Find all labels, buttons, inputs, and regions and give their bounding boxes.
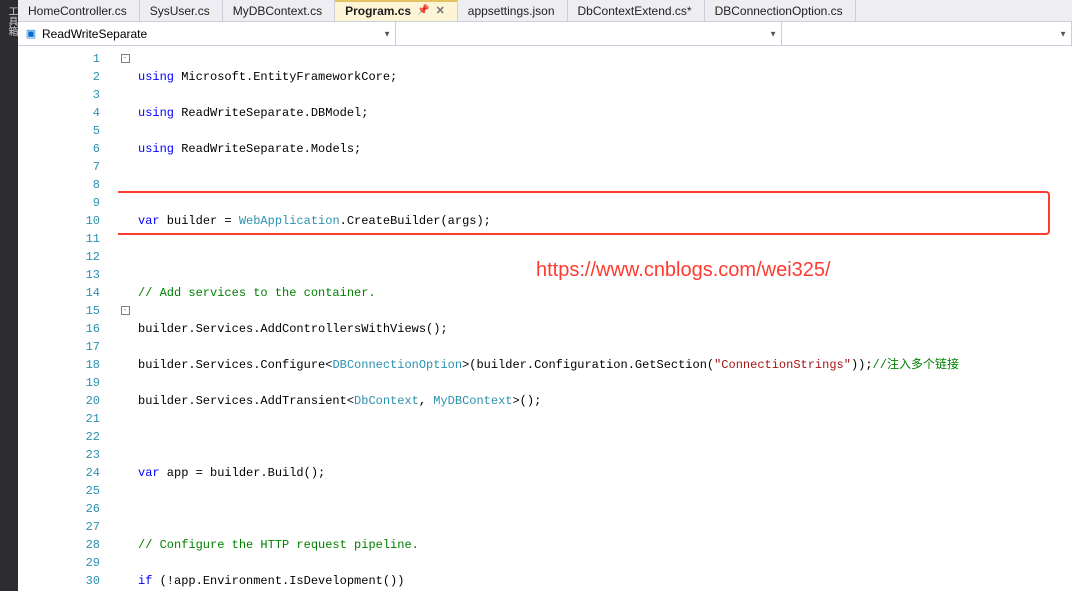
comment: // Add services to the container. — [138, 286, 376, 300]
keyword: using — [138, 106, 174, 120]
tab-homecontroller[interactable]: HomeController.cs — [18, 0, 140, 21]
tab-label: appsettings.json — [468, 4, 555, 18]
chevron-down-icon: ▼ — [769, 29, 777, 38]
line-number: 2 — [18, 68, 100, 86]
code-text: builder = — [160, 214, 239, 228]
tool-window-rail[interactable]: 工具箱 — [0, 0, 18, 591]
line-number: 18 — [18, 356, 100, 374]
line-number: 23 — [18, 446, 100, 464]
line-number: 29 — [18, 554, 100, 572]
line-number: 21 — [18, 410, 100, 428]
document-tab-strip: HomeController.cs SysUser.cs MyDBContext… — [18, 0, 1072, 22]
code-text: (!app.Environment.IsDevelopment()) — [152, 574, 404, 588]
nav-member-dropdown[interactable]: ▼ — [782, 22, 1072, 45]
tab-dbconnectionoption[interactable]: DBConnectionOption.cs — [705, 0, 856, 21]
line-number: 24 — [18, 464, 100, 482]
tab-mydbcontext[interactable]: MyDBContext.cs — [223, 0, 335, 21]
line-number: 1 — [18, 50, 100, 68]
code-text: Microsoft.EntityFrameworkCore; — [174, 70, 397, 84]
tab-label: Program.cs — [345, 4, 411, 18]
tab-label: DBConnectionOption.cs — [715, 4, 843, 18]
csharp-project-icon: ▣ — [24, 27, 38, 41]
code-text: ReadWriteSeparate.Models; — [174, 142, 361, 156]
tab-label: MyDBContext.cs — [233, 4, 322, 18]
line-number: 22 — [18, 428, 100, 446]
keyword: var — [138, 214, 160, 228]
tab-appsettings[interactable]: appsettings.json — [458, 0, 568, 21]
string-literal: "ConnectionStrings" — [714, 358, 851, 372]
code-text: .CreateBuilder(args); — [340, 214, 491, 228]
keyword: using — [138, 142, 174, 156]
keyword: if — [138, 574, 152, 588]
code-text: , — [419, 394, 433, 408]
nav-scope-dropdown[interactable]: ▼ — [396, 22, 782, 45]
code-text: builder.Services.AddTransient< — [138, 394, 354, 408]
line-number: 28 — [18, 536, 100, 554]
line-number: 9 — [18, 194, 100, 212]
line-number: 5 — [18, 122, 100, 140]
tab-sysuser[interactable]: SysUser.cs — [140, 0, 223, 21]
code-content[interactable]: using Microsoft.EntityFrameworkCore; usi… — [118, 46, 1072, 591]
keyword: using — [138, 70, 174, 84]
code-text: ReadWriteSeparate.DBModel; — [174, 106, 368, 120]
type-name: DbContext — [354, 394, 419, 408]
line-number: 25 — [18, 482, 100, 500]
code-text: )); — [851, 358, 873, 372]
line-number: 11 — [18, 230, 100, 248]
line-number: 7 — [18, 158, 100, 176]
line-number: 14 — [18, 284, 100, 302]
line-number: 20 — [18, 392, 100, 410]
code-text: >(); — [512, 394, 541, 408]
code-text: builder.Services.AddControllersWithViews… — [138, 322, 448, 336]
navigation-bar: ▣ ReadWriteSeparate ▼ ▼ ▼ — [18, 22, 1072, 46]
code-text: app = builder.Build(); — [160, 466, 326, 480]
main-area: HomeController.cs SysUser.cs MyDBContext… — [18, 0, 1072, 591]
line-number: 17 — [18, 338, 100, 356]
line-number: 13 — [18, 266, 100, 284]
tab-program[interactable]: Program.cs 📌 ✕ — [335, 0, 458, 21]
line-number: 3 — [18, 86, 100, 104]
chevron-down-icon: ▼ — [1059, 29, 1067, 38]
nav-project-dropdown[interactable]: ▣ ReadWriteSeparate ▼ — [18, 22, 396, 45]
tab-dbcontextextend[interactable]: DbContextExtend.cs* — [568, 0, 705, 21]
chevron-down-icon: ▼ — [383, 29, 391, 38]
line-number: 6 — [18, 140, 100, 158]
close-icon[interactable]: ✕ — [436, 4, 445, 17]
pin-icon[interactable]: 📌 — [417, 5, 429, 16]
code-editor[interactable]: 1234567891011121314151617181920212223242… — [18, 46, 1072, 591]
line-number: 15 — [18, 302, 100, 320]
line-number: 27 — [18, 518, 100, 536]
line-number: 26 — [18, 500, 100, 518]
comment: //注入多个链接 — [873, 358, 959, 372]
line-number: 8 — [18, 176, 100, 194]
code-text: >(builder.Configuration.GetSection( — [462, 358, 714, 372]
tab-label: SysUser.cs — [150, 4, 210, 18]
comment: // Configure the HTTP request pipeline. — [138, 538, 419, 552]
nav-project-label: ReadWriteSeparate — [42, 27, 147, 41]
tab-label: DbContextExtend.cs* — [578, 4, 692, 18]
code-text: builder.Services.Configure< — [138, 358, 332, 372]
keyword: var — [138, 466, 160, 480]
line-number: 30 — [18, 572, 100, 590]
line-number: 4 — [18, 104, 100, 122]
line-number-gutter: 1234567891011121314151617181920212223242… — [18, 46, 118, 591]
line-number: 16 — [18, 320, 100, 338]
type-name: DBConnectionOption — [332, 358, 462, 372]
type-name: WebApplication — [239, 214, 340, 228]
line-number: 19 — [18, 374, 100, 392]
line-number: 12 — [18, 248, 100, 266]
type-name: MyDBContext — [433, 394, 512, 408]
line-number: 10 — [18, 212, 100, 230]
tab-label: HomeController.cs — [28, 4, 127, 18]
